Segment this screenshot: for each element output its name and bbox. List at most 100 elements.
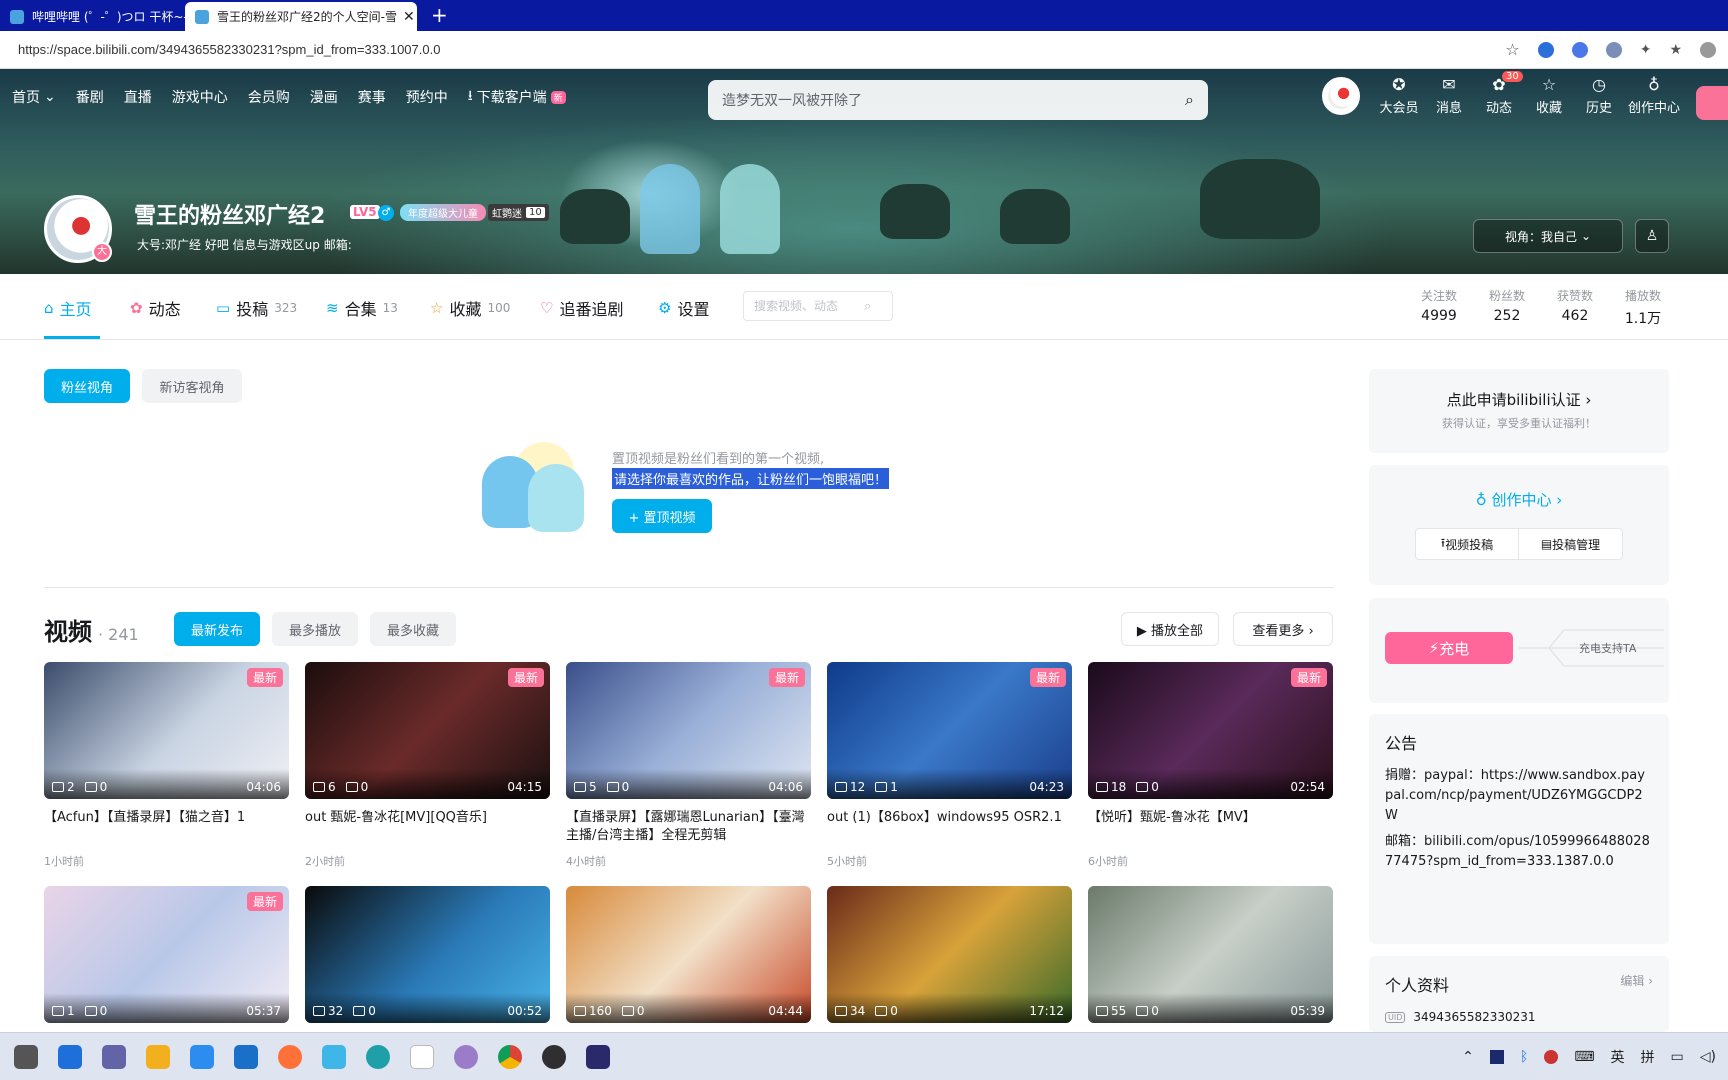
video-card[interactable]: 最新 12 1 04:23 out (1)【86box】windows95 OSR2.1… [827, 662, 1072, 869]
nav-match[interactable]: 赛事 [358, 87, 386, 107]
nav-game-center[interactable]: 游戏中心 [172, 87, 228, 107]
network-icon[interactable]: ▭ [1671, 1049, 1684, 1065]
store-icon[interactable] [234, 1044, 258, 1069]
upload-video-button[interactable]: ⭱ 视频投稿 [1415, 528, 1519, 560]
fan-medal[interactable]: 虹鹦迷 10 [488, 204, 549, 221]
desktop-icon[interactable] [14, 1044, 38, 1069]
tab-uploads[interactable]: ▭ 投稿 323 [216, 296, 297, 320]
header-search-input[interactable] [722, 92, 1186, 108]
nav-shop[interactable]: 会员购 [248, 87, 290, 107]
view-switch-dropdown[interactable]: 视角：我自己 ⌄ [1473, 219, 1623, 253]
video-card[interactable]: 最新 6 0 04:15 out 甄妮-鲁冰花[MV][QQ音乐] 2小时前 [305, 662, 550, 869]
nav-live[interactable]: 直播 [124, 87, 152, 107]
header-creator-center[interactable]: ♁ 创作中心 [1624, 75, 1684, 116]
ime-mode[interactable]: 拼 [1641, 1047, 1655, 1067]
annual-medal[interactable]: 年度超级大儿童 [400, 204, 486, 221]
chrome-icon[interactable] [498, 1044, 522, 1069]
obs-icon[interactable] [542, 1044, 566, 1069]
pin-video-button[interactable]: + 置顶视频 [612, 499, 712, 533]
bluetooth-icon[interactable]: ᛒ [1520, 1049, 1528, 1065]
chat-icon[interactable] [102, 1044, 126, 1069]
new-tab-button[interactable]: + [417, 3, 462, 31]
stat-following[interactable]: 关注数 4999 [1409, 287, 1469, 324]
video-card[interactable]: 最新 2 0 04:06 【Acfun】【直播录屏】【猫之音】1 1小时前 [44, 662, 289, 869]
upload-button[interactable] [1696, 86, 1728, 120]
video-title[interactable]: 【直播录屏】【露娜瑞恩Lunarian】【臺灣主播/台湾主播】全程无剪辑 [566, 809, 811, 845]
nav-bangumi[interactable]: 番剧 [76, 87, 104, 107]
creator-center-link[interactable]: ♁ 创作中心 › [1369, 489, 1669, 510]
tab-home[interactable]: ⌂ 主页 [44, 296, 92, 320]
app-icon[interactable] [322, 1044, 346, 1069]
favorites-icon[interactable]: ★ [1669, 42, 1682, 58]
sort-most-favorited[interactable]: 最多收藏 [370, 612, 456, 646]
nav-home[interactable]: 首页 ⌄ [12, 87, 56, 107]
video-card[interactable]: 160 0 04:44 [566, 886, 811, 1023]
fan-view-chip[interactable]: 粉丝视角 [44, 369, 130, 403]
start-icon[interactable] [58, 1044, 82, 1069]
tab-collections[interactable]: ≋ 合集 13 [326, 296, 398, 320]
video-card[interactable]: 最新 1 0 05:37 [44, 886, 289, 1023]
avatar[interactable] [1322, 77, 1360, 115]
tray-icon[interactable] [1544, 1050, 1559, 1064]
chevron-up-icon[interactable]: ⌃ [1462, 1049, 1474, 1065]
star-icon[interactable]: ☆ [1505, 40, 1519, 59]
video-card[interactable]: 55 0 05:39 [1088, 886, 1333, 1023]
header-favorites[interactable]: ☆ 收藏 [1524, 75, 1574, 116]
sort-most-played[interactable]: 最多播放 [272, 612, 358, 646]
video-thumbnail[interactable]: 最新 1 0 05:37 [44, 886, 289, 1023]
profile-icon[interactable] [1700, 41, 1716, 58]
see-more-button[interactable]: 查看更多 › [1233, 612, 1333, 646]
tab-favorites[interactable]: ☆ 收藏 100 [430, 296, 510, 320]
ime-language[interactable]: 英 [1611, 1047, 1625, 1067]
tab-bangumi[interactable]: ♡ 追番追剧 [540, 296, 623, 320]
video-thumbnail[interactable]: 32 0 00:52 [305, 886, 550, 1023]
app-icon[interactable] [586, 1044, 610, 1069]
nav-download-client[interactable]: ⭳ 下载客户端 新 [468, 85, 566, 109]
video-thumbnail[interactable]: 34 0 17:12 [827, 886, 1072, 1023]
video-card[interactable]: 最新 18 0 02:54 【悦听】甄妮-鲁冰花【MV】 6小时前 [1088, 662, 1333, 869]
puzzle-icon[interactable]: ✦ [1640, 42, 1652, 58]
charge-button[interactable]: ⚡ 充电 [1385, 632, 1513, 664]
profile-edit-link[interactable]: 编辑 › [1620, 972, 1653, 996]
tray-icon[interactable] [1489, 1050, 1504, 1064]
tab-dynamic[interactable]: ✿ 动态 [130, 296, 181, 320]
video-card[interactable]: 34 0 17:12 [827, 886, 1072, 1023]
url-field[interactable]: https://space.bilibili.com/3494365582330… [0, 34, 1500, 65]
document-icon[interactable] [410, 1044, 434, 1069]
extension-icon[interactable] [1537, 41, 1554, 58]
video-thumbnail[interactable]: 最新 6 0 04:15 [305, 662, 550, 799]
nav-manga[interactable]: 漫画 [310, 87, 338, 107]
play-all-button[interactable]: ▶ 播放全部 [1121, 612, 1219, 646]
close-icon[interactable]: ✕ [397, 9, 415, 25]
video-thumbnail[interactable]: 最新 18 0 02:54 [1088, 662, 1333, 799]
volume-icon[interactable]: ◁) [1700, 1049, 1716, 1065]
browser-tab-space[interactable]: 雪王的粉丝邓广经2的个人空间-雪 ✕ [185, 2, 417, 31]
video-thumbnail[interactable]: 55 0 05:39 [1088, 886, 1333, 1023]
sort-latest[interactable]: 最新发布 [174, 612, 260, 646]
keyboard-icon[interactable]: ⌨ [1574, 1049, 1594, 1065]
dress-up-button[interactable]: ♙ [1635, 219, 1669, 253]
tab-settings[interactable]: ⚙ 设置 [658, 296, 709, 320]
header-history[interactable]: ◷ 历史 [1574, 75, 1624, 116]
video-title[interactable]: 【悦听】甄妮-鲁冰花【MV】 [1088, 809, 1333, 845]
app-icon[interactable] [190, 1044, 214, 1069]
header-vip[interactable]: ✪ 大会员 [1374, 75, 1424, 116]
video-title[interactable]: out 甄妮-鲁冰花[MV][QQ音乐] [305, 809, 550, 845]
new-visitor-view-chip[interactable]: 新访客视角 [142, 369, 242, 403]
video-card[interactable]: 最新 5 0 04:06 【直播录屏】【露娜瑞恩Lunarian】【臺灣主播/台湾主播】… [566, 662, 811, 869]
search-icon[interactable]: ⌕ [1185, 90, 1194, 110]
video-thumbnail[interactable]: 最新 5 0 04:06 [566, 662, 811, 799]
video-title[interactable]: out (1)【86box】windows95 OSR2.1 [827, 809, 1072, 845]
video-title[interactable]: 【Acfun】【直播录屏】【猫之音】1 [44, 809, 289, 845]
nav-reserve[interactable]: 预约中 [406, 87, 448, 107]
extension-icon[interactable] [1605, 41, 1622, 58]
video-thumbnail[interactable]: 160 0 04:44 [566, 886, 811, 1023]
space-search-input[interactable] [754, 299, 864, 313]
browser-tab-bilibili[interactable]: 哔哩哔哩 (゜-゜)つロ 干杯~-bilibi ✕ [0, 2, 185, 31]
search-icon[interactable]: ⌕ [864, 299, 871, 314]
folder-icon[interactable] [146, 1044, 170, 1069]
media-icon[interactable] [454, 1044, 478, 1069]
header-dynamic[interactable]: ✿ 30 动态 [1474, 71, 1524, 116]
manage-uploads-button[interactable]: ▤ 投稿管理 [1519, 528, 1623, 560]
video-thumbnail[interactable]: 最新 2 0 04:06 [44, 662, 289, 799]
